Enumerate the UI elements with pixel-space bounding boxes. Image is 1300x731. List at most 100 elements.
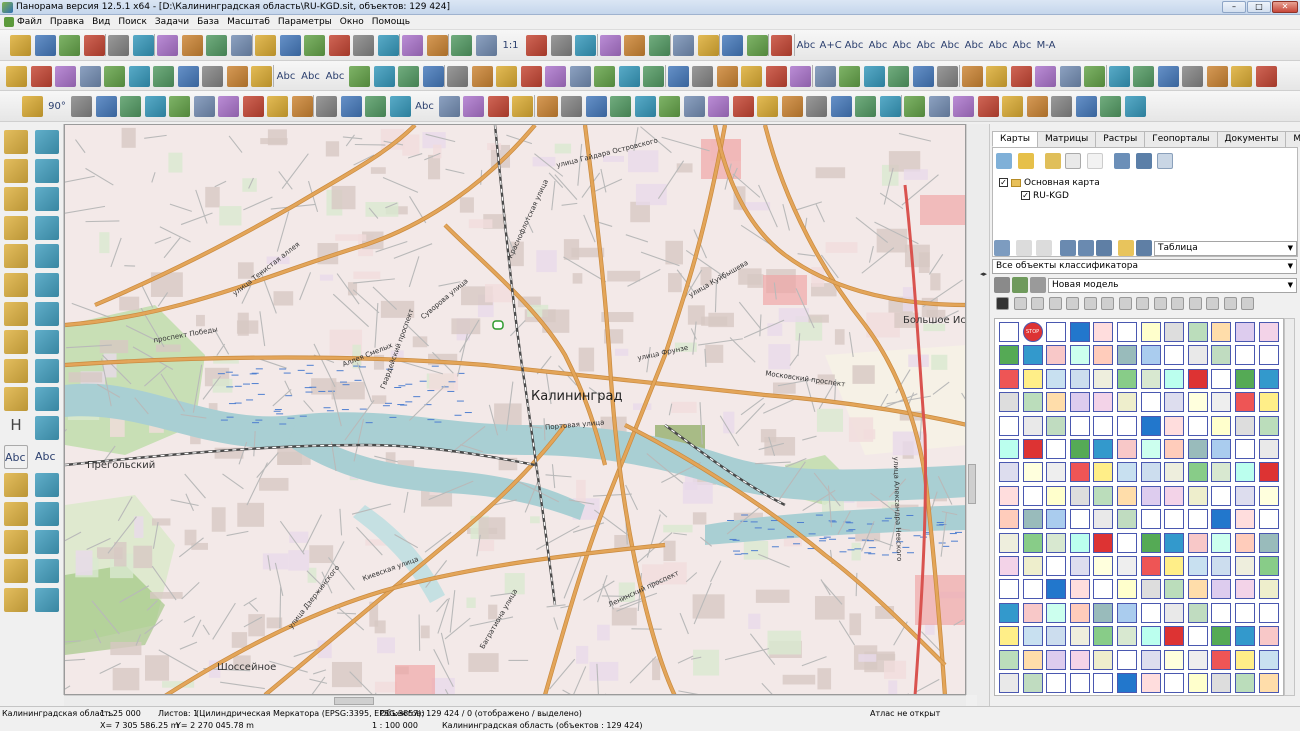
palette-symbol-icon[interactable] — [1235, 392, 1255, 413]
object-type-icon[interactable] — [1188, 297, 1202, 310]
vector-tool-icon[interactable] — [169, 96, 190, 117]
palette-symbol-icon[interactable] — [1258, 345, 1279, 366]
palette-symbol-icon[interactable] — [1187, 626, 1208, 647]
palette-symbol-icon[interactable] — [1093, 626, 1114, 647]
palette-symbol-icon[interactable] — [1211, 368, 1232, 389]
edit-tool-icon[interactable] — [814, 66, 836, 87]
edit-tool-icon[interactable] — [888, 66, 909, 87]
palette-symbol-icon[interactable] — [1258, 556, 1279, 576]
palette-symbol-icon[interactable] — [1022, 626, 1043, 647]
tab-models[interactable]: Модели — [1285, 131, 1300, 147]
palette-symbol-icon[interactable] — [1140, 509, 1161, 530]
vector-tool-icon[interactable] — [316, 96, 337, 117]
vector-tool-icon[interactable] — [389, 96, 411, 117]
vector-tool-icon[interactable] — [120, 96, 141, 117]
edit-tool-icon[interactable] — [741, 66, 762, 87]
palette-symbol-icon[interactable] — [1140, 439, 1161, 459]
object-type-icon[interactable] — [1153, 297, 1167, 310]
palette-symbol-icon[interactable] — [1117, 485, 1137, 506]
palette-symbol-icon[interactable] — [1140, 368, 1161, 389]
edit-tool-icon[interactable] — [422, 66, 444, 87]
palette-symbol-icon[interactable] — [1069, 556, 1090, 576]
palette-symbol-icon[interactable] — [1187, 368, 1208, 389]
legend-icon[interactable] — [1118, 240, 1134, 256]
palette-symbol-icon[interactable] — [1022, 415, 1043, 436]
node-icon[interactable] — [4, 301, 28, 326]
map-view[interactable]: Калининград Прегольский Шоссейное Большо… — [64, 124, 966, 695]
vector-tool-icon[interactable] — [708, 96, 729, 117]
palette-symbol-icon[interactable] — [1093, 368, 1114, 389]
model-select[interactable]: Новая модель ▼ — [1048, 278, 1297, 293]
vector-tool-icon[interactable] — [22, 96, 43, 117]
ruler-icon[interactable] — [4, 358, 28, 383]
vector-tool-icon[interactable] — [291, 96, 313, 117]
palette-symbol-icon[interactable] — [1235, 649, 1255, 670]
palette-symbol-icon[interactable] — [1258, 368, 1279, 389]
binoculars-search-icon[interactable] — [181, 35, 203, 56]
document-icon[interactable] — [4, 17, 14, 27]
vector-tool-icon[interactable] — [463, 96, 484, 117]
palette-symbol-icon[interactable] — [1140, 485, 1161, 506]
edit-tool-icon[interactable] — [986, 66, 1007, 87]
edit-tool-icon[interactable] — [496, 66, 517, 87]
edit-tool-icon[interactable] — [716, 66, 738, 87]
menu-window[interactable]: Окно — [340, 17, 364, 27]
help-icon[interactable] — [771, 35, 792, 56]
palette-symbol-icon[interactable] — [1046, 322, 1067, 342]
palette-symbol-icon[interactable] — [1187, 556, 1208, 576]
object-type-icon[interactable] — [1101, 297, 1114, 310]
palette-symbol-icon[interactable] — [1258, 485, 1279, 506]
zoom-search-icon[interactable] — [35, 473, 59, 498]
vector-tool-icon[interactable] — [904, 96, 925, 117]
text-style-icon[interactable]: Abc — [796, 35, 817, 56]
menu-database[interactable]: База — [197, 17, 219, 27]
tab-geoportals[interactable]: Геопорталы — [1144, 131, 1218, 147]
vector-tool-icon[interactable] — [71, 96, 92, 117]
list-icon[interactable] — [1096, 240, 1112, 256]
palette-symbol-icon[interactable] — [1046, 579, 1067, 600]
palette-symbol-icon[interactable] — [1211, 439, 1232, 459]
redo-icon[interactable] — [35, 530, 59, 555]
stop-sign-icon[interactable]: STOP — [1022, 322, 1043, 342]
add-map-icon[interactable] — [1045, 153, 1061, 169]
palette-symbol-icon[interactable] — [999, 602, 1019, 623]
map-horizontal-scrollbar[interactable] — [64, 695, 966, 706]
palette-symbol-icon[interactable] — [1211, 509, 1232, 530]
text-style-icon[interactable]: A+C — [820, 35, 842, 56]
palette-symbol-icon[interactable] — [1022, 673, 1043, 693]
palette-symbol-icon[interactable] — [1258, 673, 1279, 693]
palette-symbol-icon[interactable] — [1235, 439, 1255, 459]
binoculars-next-icon[interactable] — [206, 35, 227, 56]
vector-tool-icon[interactable] — [242, 96, 264, 117]
palette-symbol-icon[interactable] — [1235, 322, 1255, 342]
compass-icon[interactable] — [4, 215, 28, 240]
palette-symbol-icon[interactable] — [1211, 626, 1232, 647]
palette-symbol-icon[interactable] — [1046, 439, 1067, 459]
palette-symbol-icon[interactable] — [1093, 322, 1114, 342]
palette-symbol-icon[interactable] — [1164, 673, 1185, 693]
palette-symbol-icon[interactable] — [999, 322, 1019, 342]
menu-view[interactable]: Вид — [92, 17, 110, 27]
abc-text-icon[interactable]: Abc — [4, 444, 28, 469]
palette-symbol-icon[interactable] — [1046, 626, 1067, 647]
vector-tool-icon[interactable] — [218, 96, 239, 117]
edit-tool-icon[interactable] — [177, 66, 199, 87]
text-style-icon[interactable]: Abc — [414, 96, 435, 117]
palette-symbol-icon[interactable] — [1187, 415, 1208, 436]
palette-symbol-icon[interactable] — [1187, 579, 1208, 600]
angle-icon[interactable]: 90° — [47, 96, 68, 117]
palette-symbol-icon[interactable] — [1187, 462, 1208, 483]
edit-tool-icon[interactable] — [520, 66, 542, 87]
abc-text-icon[interactable]: Abc — [35, 445, 59, 469]
palette-symbol-icon[interactable] — [1258, 439, 1279, 459]
close-button[interactable]: ✕ — [1272, 1, 1298, 13]
layers-icon[interactable] — [994, 240, 1010, 256]
paint-icon[interactable] — [673, 35, 694, 56]
object-type-icon[interactable] — [1066, 297, 1079, 310]
palette-symbol-icon[interactable] — [999, 345, 1019, 366]
palette-symbol-icon[interactable] — [1117, 439, 1137, 459]
edit-tool-icon[interactable] — [790, 66, 811, 87]
palette-symbol-icon[interactable] — [1258, 322, 1279, 342]
palette-symbol-icon[interactable] — [1046, 649, 1067, 670]
menu-search[interactable]: Поиск — [118, 17, 147, 27]
